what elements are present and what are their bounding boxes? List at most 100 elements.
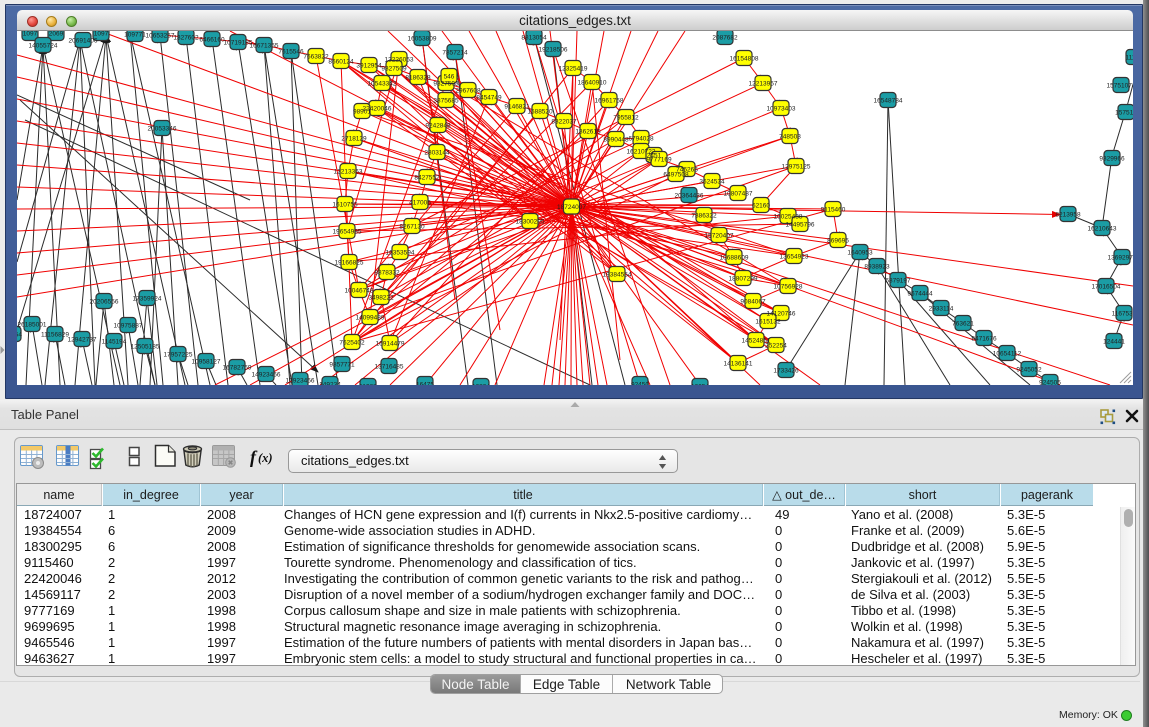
svg-text:6466160: 6466160 <box>199 36 225 43</box>
svg-text:18640910: 18640910 <box>578 79 607 86</box>
svg-text:16053809: 16053809 <box>408 35 437 42</box>
svg-text:2933114: 2933114 <box>929 305 954 312</box>
svg-text:10543342: 10543342 <box>368 80 397 87</box>
svg-text:1615132: 1615132 <box>755 318 781 325</box>
svg-text:13716485: 13716485 <box>375 363 404 370</box>
svg-text:19218506: 19218506 <box>539 46 568 53</box>
svg-text:13654923: 13654923 <box>780 253 809 260</box>
svg-text:20364436: 20364436 <box>675 192 704 199</box>
svg-text:9857771: 9857771 <box>329 361 355 368</box>
svg-text:9327509: 9327509 <box>381 65 407 72</box>
svg-text:10807487: 10807487 <box>724 190 753 197</box>
svg-text:10688609: 10688609 <box>720 254 749 261</box>
svg-text:9146821: 9146821 <box>504 103 530 110</box>
svg-text:9245052: 9245052 <box>1016 366 1042 373</box>
svg-text:9242848: 9242848 <box>425 122 451 129</box>
svg-text:9777169: 9777169 <box>646 156 672 163</box>
svg-text:14923466: 14923466 <box>252 371 281 378</box>
svg-text:18300295: 18300295 <box>516 218 545 225</box>
svg-text:11156829: 11156829 <box>41 331 69 338</box>
svg-text:12325419: 12325419 <box>559 65 588 72</box>
svg-text:3912954: 3912954 <box>356 62 382 69</box>
svg-text:9327503: 9327503 <box>433 80 459 87</box>
svg-text:7386322: 7386322 <box>691 212 717 219</box>
svg-text:10025438: 10025438 <box>774 213 803 220</box>
svg-text:16475: 16475 <box>416 381 434 385</box>
svg-text:16671355: 16671355 <box>250 42 279 49</box>
svg-text:20053346: 20053346 <box>148 125 177 132</box>
svg-text:39154: 39154 <box>17 331 22 338</box>
svg-text:16548784: 16548784 <box>874 97 903 104</box>
svg-text:10046748: 10046748 <box>345 287 374 294</box>
svg-text:14136141: 14136141 <box>724 360 753 367</box>
svg-text:2718129: 2718129 <box>341 135 367 142</box>
svg-text:1327602: 1327602 <box>173 34 199 41</box>
svg-text:8267130: 8267130 <box>399 223 425 230</box>
svg-text:8990448: 8990448 <box>603 136 629 143</box>
svg-text:20206556: 20206556 <box>90 298 119 305</box>
svg-text:20691406: 20691406 <box>69 37 98 44</box>
svg-text:1167533: 1167533 <box>1112 310 1133 317</box>
svg-text:252254: 252254 <box>765 342 787 349</box>
svg-text:17359924: 17359924 <box>133 295 162 302</box>
svg-text:14099489: 14099489 <box>356 314 385 321</box>
svg-text:2069: 2069 <box>49 31 64 37</box>
svg-text:1588520: 1588520 <box>527 108 553 115</box>
svg-text:1733426: 1733426 <box>773 367 799 374</box>
svg-text:2967608: 2967608 <box>455 87 481 94</box>
svg-text:10654112: 10654112 <box>993 350 1022 357</box>
svg-text:1097: 1097 <box>94 31 109 37</box>
svg-text:10958127: 10958127 <box>192 358 221 365</box>
svg-text:9084067: 9084067 <box>740 298 766 305</box>
svg-text:16782759: 16782759 <box>223 364 252 371</box>
svg-text:15751074: 15751074 <box>1107 82 1133 89</box>
svg-text:9115460: 9115460 <box>821 206 846 213</box>
svg-text:8878332: 8878332 <box>374 269 400 276</box>
svg-text:16210643: 16210643 <box>1088 225 1117 232</box>
svg-text:10654: 10654 <box>691 383 709 385</box>
svg-text:1097: 1097 <box>23 31 38 37</box>
svg-text:17016504: 17016504 <box>1092 283 1121 290</box>
svg-text:19654985: 19654985 <box>333 228 362 235</box>
svg-text:12213957: 12213957 <box>749 80 778 87</box>
svg-text:17957225: 17957225 <box>164 351 193 358</box>
svg-text:8427552: 8427552 <box>414 174 440 181</box>
svg-text:12923466: 12923466 <box>286 377 315 384</box>
svg-text:8322037: 8322037 <box>551 118 577 125</box>
svg-text:(x): (x) <box>258 451 273 465</box>
svg-text:16154808: 16154808 <box>730 55 759 62</box>
svg-text:8471676: 8471676 <box>971 335 997 342</box>
svg-text:6497508: 6497508 <box>663 171 689 178</box>
svg-text:6879197: 6879197 <box>885 277 911 284</box>
svg-text:3624534: 3624534 <box>699 178 725 185</box>
svg-text:10234: 10234 <box>472 383 490 385</box>
svg-text:14120746: 14120746 <box>767 310 796 317</box>
svg-text:748503: 748503 <box>779 133 801 140</box>
svg-text:924505: 924505 <box>1039 379 1061 385</box>
svg-text:2087682: 2087682 <box>712 34 738 41</box>
svg-text:7625402: 7625402 <box>339 339 365 346</box>
svg-text:13226053: 13226053 <box>385 56 414 63</box>
svg-text:16353594: 16353594 <box>386 249 415 256</box>
svg-text:149234: 149234 <box>319 381 341 385</box>
svg-text:8938923: 8938923 <box>864 263 890 270</box>
svg-text:11923: 11923 <box>359 383 377 385</box>
svg-text:6794028: 6794028 <box>628 135 654 142</box>
svg-text:109771: 109771 <box>124 31 146 38</box>
svg-text:18724007: 18724007 <box>557 204 586 211</box>
svg-text:12942737: 12942737 <box>68 336 97 343</box>
svg-text:12975125: 12975125 <box>782 163 811 170</box>
svg-text:92450: 92450 <box>631 381 649 385</box>
svg-text:15720407: 15720407 <box>705 232 734 239</box>
svg-text:8660124: 8660124 <box>328 58 354 65</box>
svg-text:7663822: 7663822 <box>303 53 329 60</box>
svg-text:9674444: 9674444 <box>907 290 933 297</box>
svg-text:13692971: 13692971 <box>1108 254 1133 261</box>
svg-text:10973403: 10973403 <box>767 105 796 112</box>
svg-text:12213363: 12213363 <box>334 168 363 175</box>
svg-text:98901: 98901 <box>353 108 371 115</box>
svg-text:1640953: 1640953 <box>847 249 873 256</box>
svg-text:1610755: 1610755 <box>332 201 358 208</box>
svg-text:2803144: 2803144 <box>424 149 450 156</box>
svg-text:157510: 157510 <box>1115 109 1133 116</box>
